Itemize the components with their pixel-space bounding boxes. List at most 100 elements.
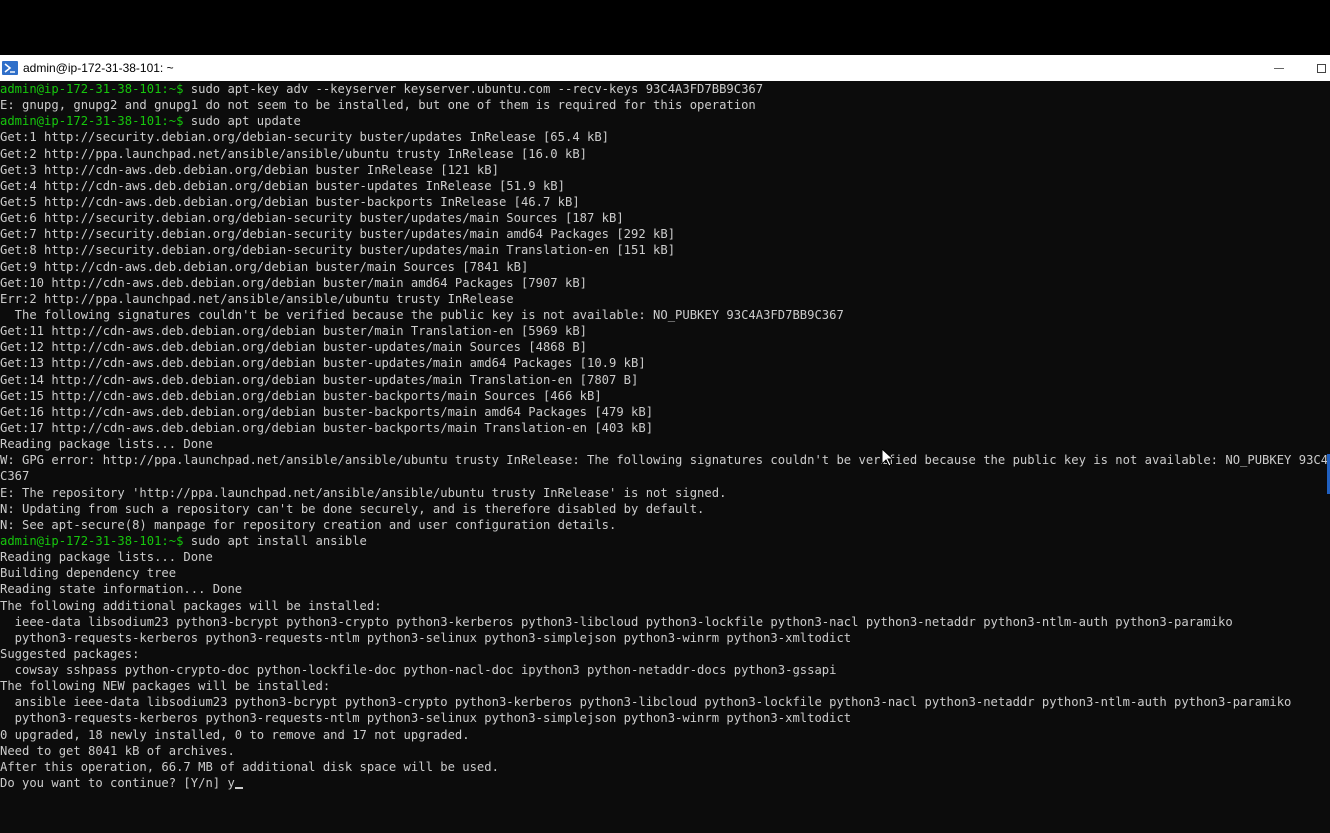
output-text: Get:15 http://cdn-aws.deb.debian.org/deb… <box>0 388 602 403</box>
minimize-button[interactable] <box>1266 55 1292 81</box>
terminal-output-line: Get:10 http://cdn-aws.deb.debian.org/deb… <box>0 275 1330 291</box>
mouse-pointer-icon <box>882 449 894 467</box>
terminal-output-line: Reading state information... Done <box>0 581 1330 597</box>
terminal-output-line: Get:8 http://security.debian.org/debian-… <box>0 242 1330 258</box>
terminal-output-area[interactable]: admin@ip-172-31-38-101:~$ sudo apt-key a… <box>0 81 1330 833</box>
maximize-icon <box>1316 63 1326 73</box>
terminal-command-line: admin@ip-172-31-38-101:~$ sudo apt updat… <box>0 113 1330 129</box>
minimize-icon <box>1274 67 1284 69</box>
terminal-output-line: N: Updating from such a repository can't… <box>0 501 1330 517</box>
output-text: Get:2 http://ppa.launchpad.net/ansible/a… <box>0 146 587 161</box>
output-text: 0 upgraded, 18 newly installed, 0 to rem… <box>0 727 470 742</box>
output-text: python3-requests-kerberos python3-reques… <box>0 630 852 645</box>
output-text: Get:10 http://cdn-aws.deb.debian.org/deb… <box>0 275 587 290</box>
terminal-output-line: python3-requests-kerberos python3-reques… <box>0 630 1330 646</box>
terminal-output-line: ieee-data libsodium23 python3-bcrypt pyt… <box>0 614 1330 630</box>
terminal-output-line: Get:15 http://cdn-aws.deb.debian.org/deb… <box>0 388 1330 404</box>
terminal-output-line: Get:9 http://cdn-aws.deb.debian.org/debi… <box>0 259 1330 275</box>
output-text: E: The repository 'http://ppa.launchpad.… <box>0 485 727 500</box>
shell-prompt: admin@ip-172-31-38-101:~$ <box>0 533 184 548</box>
terminal-output-line: Reading package lists... Done <box>0 549 1330 565</box>
terminal-output-line: Get:4 http://cdn-aws.deb.debian.org/debi… <box>0 178 1330 194</box>
terminal-output-line: Get:5 http://cdn-aws.deb.debian.org/debi… <box>0 194 1330 210</box>
output-text: Get:12 http://cdn-aws.deb.debian.org/deb… <box>0 340 587 355</box>
command-text: sudo apt-key adv --keyserver keyserver.u… <box>183 82 764 96</box>
terminal-output-line: Err:2 http://ppa.launchpad.net/ansible/a… <box>0 291 1330 307</box>
shell-prompt: admin@ip-172-31-38-101:~$ <box>0 82 184 96</box>
terminal-output-line: Do you want to continue? [Y/n] y <box>0 775 1330 791</box>
terminal-output-line: E: gnupg, gnupg2 and gnupg1 do not seem … <box>0 97 1330 113</box>
terminal-output-line: Get:1 http://security.debian.org/debian-… <box>0 129 1330 145</box>
terminal-output-line: Suggested packages: <box>0 646 1330 662</box>
output-text: W: GPG error: http://ppa.launchpad.net/a… <box>0 453 1330 468</box>
output-text: Need to get 8041 kB of archives. <box>0 743 235 758</box>
output-text: Reading package lists... Done <box>0 550 213 565</box>
output-text: The following NEW packages will be insta… <box>0 679 331 694</box>
output-text: cowsay sshpass python-crypto-doc python-… <box>0 663 837 678</box>
terminal-output-line: Get:2 http://ppa.launchpad.net/ansible/a… <box>0 146 1330 162</box>
terminal-output-line: Get:14 http://cdn-aws.deb.debian.org/deb… <box>0 372 1330 388</box>
output-text: Do you want to continue? [Y/n] y <box>0 776 235 791</box>
text-cursor <box>234 787 243 790</box>
terminal-output-line: E: The repository 'http://ppa.launchpad.… <box>0 485 1330 501</box>
terminal-output-line: Reading package lists... Done <box>0 436 1330 452</box>
command-text: sudo apt update <box>183 114 301 129</box>
output-text: Get:4 http://cdn-aws.deb.debian.org/debi… <box>0 178 565 193</box>
output-text: Get:8 http://security.debian.org/debian-… <box>0 243 676 258</box>
terminal-output-line: Get:12 http://cdn-aws.deb.debian.org/deb… <box>0 339 1330 355</box>
output-text: Reading state information... Done <box>0 582 243 597</box>
terminal-output-line: The following NEW packages will be insta… <box>0 678 1330 694</box>
output-text: ansible ieee-data libsodium23 python3-bc… <box>0 695 1292 710</box>
shell-prompt: admin@ip-172-31-38-101:~$ <box>0 114 184 129</box>
terminal-output-line: C367 <box>0 468 1330 484</box>
powershell-terminal-icon <box>2 61 18 75</box>
output-text: python3-requests-kerberos python3-reques… <box>0 711 852 726</box>
terminal-output-line: The following additional packages will b… <box>0 598 1330 614</box>
output-text: E: gnupg, gnupg2 and gnupg1 do not seem … <box>0 98 756 113</box>
output-text: Get:3 http://cdn-aws.deb.debian.org/debi… <box>0 162 499 177</box>
terminal-output-line: After this operation, 66.7 MB of additio… <box>0 759 1330 775</box>
terminal-output-line: Get:13 http://cdn-aws.deb.debian.org/deb… <box>0 355 1330 371</box>
output-text: ieee-data libsodium23 python3-bcrypt pyt… <box>0 614 1233 629</box>
output-text: Suggested packages: <box>0 646 140 661</box>
output-text: N: Updating from such a repository can't… <box>0 501 705 516</box>
output-text: After this operation, 66.7 MB of additio… <box>0 759 499 774</box>
terminal-output-line: python3-requests-kerberos python3-reques… <box>0 710 1330 726</box>
terminal-output-line: N: See apt-secure(8) manpage for reposit… <box>0 517 1330 533</box>
terminal-output-line: Get:17 http://cdn-aws.deb.debian.org/deb… <box>0 420 1330 436</box>
terminal-output-line: Get:3 http://cdn-aws.deb.debian.org/debi… <box>0 162 1330 178</box>
terminal-output-line: cowsay sshpass python-crypto-doc python-… <box>0 662 1330 678</box>
output-text: Get:14 http://cdn-aws.deb.debian.org/deb… <box>0 372 639 387</box>
output-text: Get:17 http://cdn-aws.deb.debian.org/deb… <box>0 420 654 435</box>
output-text: C367 <box>0 469 30 484</box>
output-text: The following additional packages will b… <box>0 598 382 613</box>
output-text: Get:9 http://cdn-aws.deb.debian.org/debi… <box>0 259 529 274</box>
output-text: Reading package lists... Done <box>0 437 213 452</box>
output-text: Get:11 http://cdn-aws.deb.debian.org/deb… <box>0 324 587 339</box>
output-text: Err:2 http://ppa.launchpad.net/ansible/a… <box>0 291 514 306</box>
output-text: Get:16 http://cdn-aws.deb.debian.org/deb… <box>0 404 654 419</box>
terminal-lines: admin@ip-172-31-38-101:~$ sudo apt-key a… <box>0 81 1330 791</box>
output-text: Get:6 http://security.debian.org/debian-… <box>0 211 624 226</box>
output-text: N: See apt-secure(8) manpage for reposit… <box>0 517 617 532</box>
window-title: admin@ip-172-31-38-101: ~ <box>23 61 174 75</box>
terminal-output-line: ansible ieee-data libsodium23 python3-bc… <box>0 694 1330 710</box>
terminal-output-line: W: GPG error: http://ppa.launchpad.net/a… <box>0 452 1330 468</box>
terminal-output-line: Get:16 http://cdn-aws.deb.debian.org/deb… <box>0 404 1330 420</box>
output-text: Get:7 http://security.debian.org/debian-… <box>0 227 676 242</box>
terminal-output-line: Need to get 8041 kB of archives. <box>0 743 1330 759</box>
output-text: Building dependency tree <box>0 566 177 581</box>
output-text: Get:1 http://security.debian.org/debian-… <box>0 130 610 145</box>
terminal-output-line: The following signatures couldn't be ver… <box>0 307 1330 323</box>
terminal-output-line: Get:11 http://cdn-aws.deb.debian.org/deb… <box>0 323 1330 339</box>
maximize-button[interactable] <box>1312 55 1330 81</box>
screen-top-margin <box>0 0 1330 55</box>
output-text: Get:5 http://cdn-aws.deb.debian.org/debi… <box>0 194 580 209</box>
terminal-output-line: Get:6 http://security.debian.org/debian-… <box>0 210 1330 226</box>
window-titlebar[interactable]: admin@ip-172-31-38-101: ~ <box>0 55 1330 81</box>
command-text: sudo apt install ansible <box>183 533 367 548</box>
terminal-output-line: Get:7 http://security.debian.org/debian-… <box>0 226 1330 242</box>
output-text: The following signatures couldn't be ver… <box>0 307 844 322</box>
terminal-command-line: admin@ip-172-31-38-101:~$ sudo apt-key a… <box>0 81 1330 97</box>
terminal-output-line: Building dependency tree <box>0 565 1330 581</box>
